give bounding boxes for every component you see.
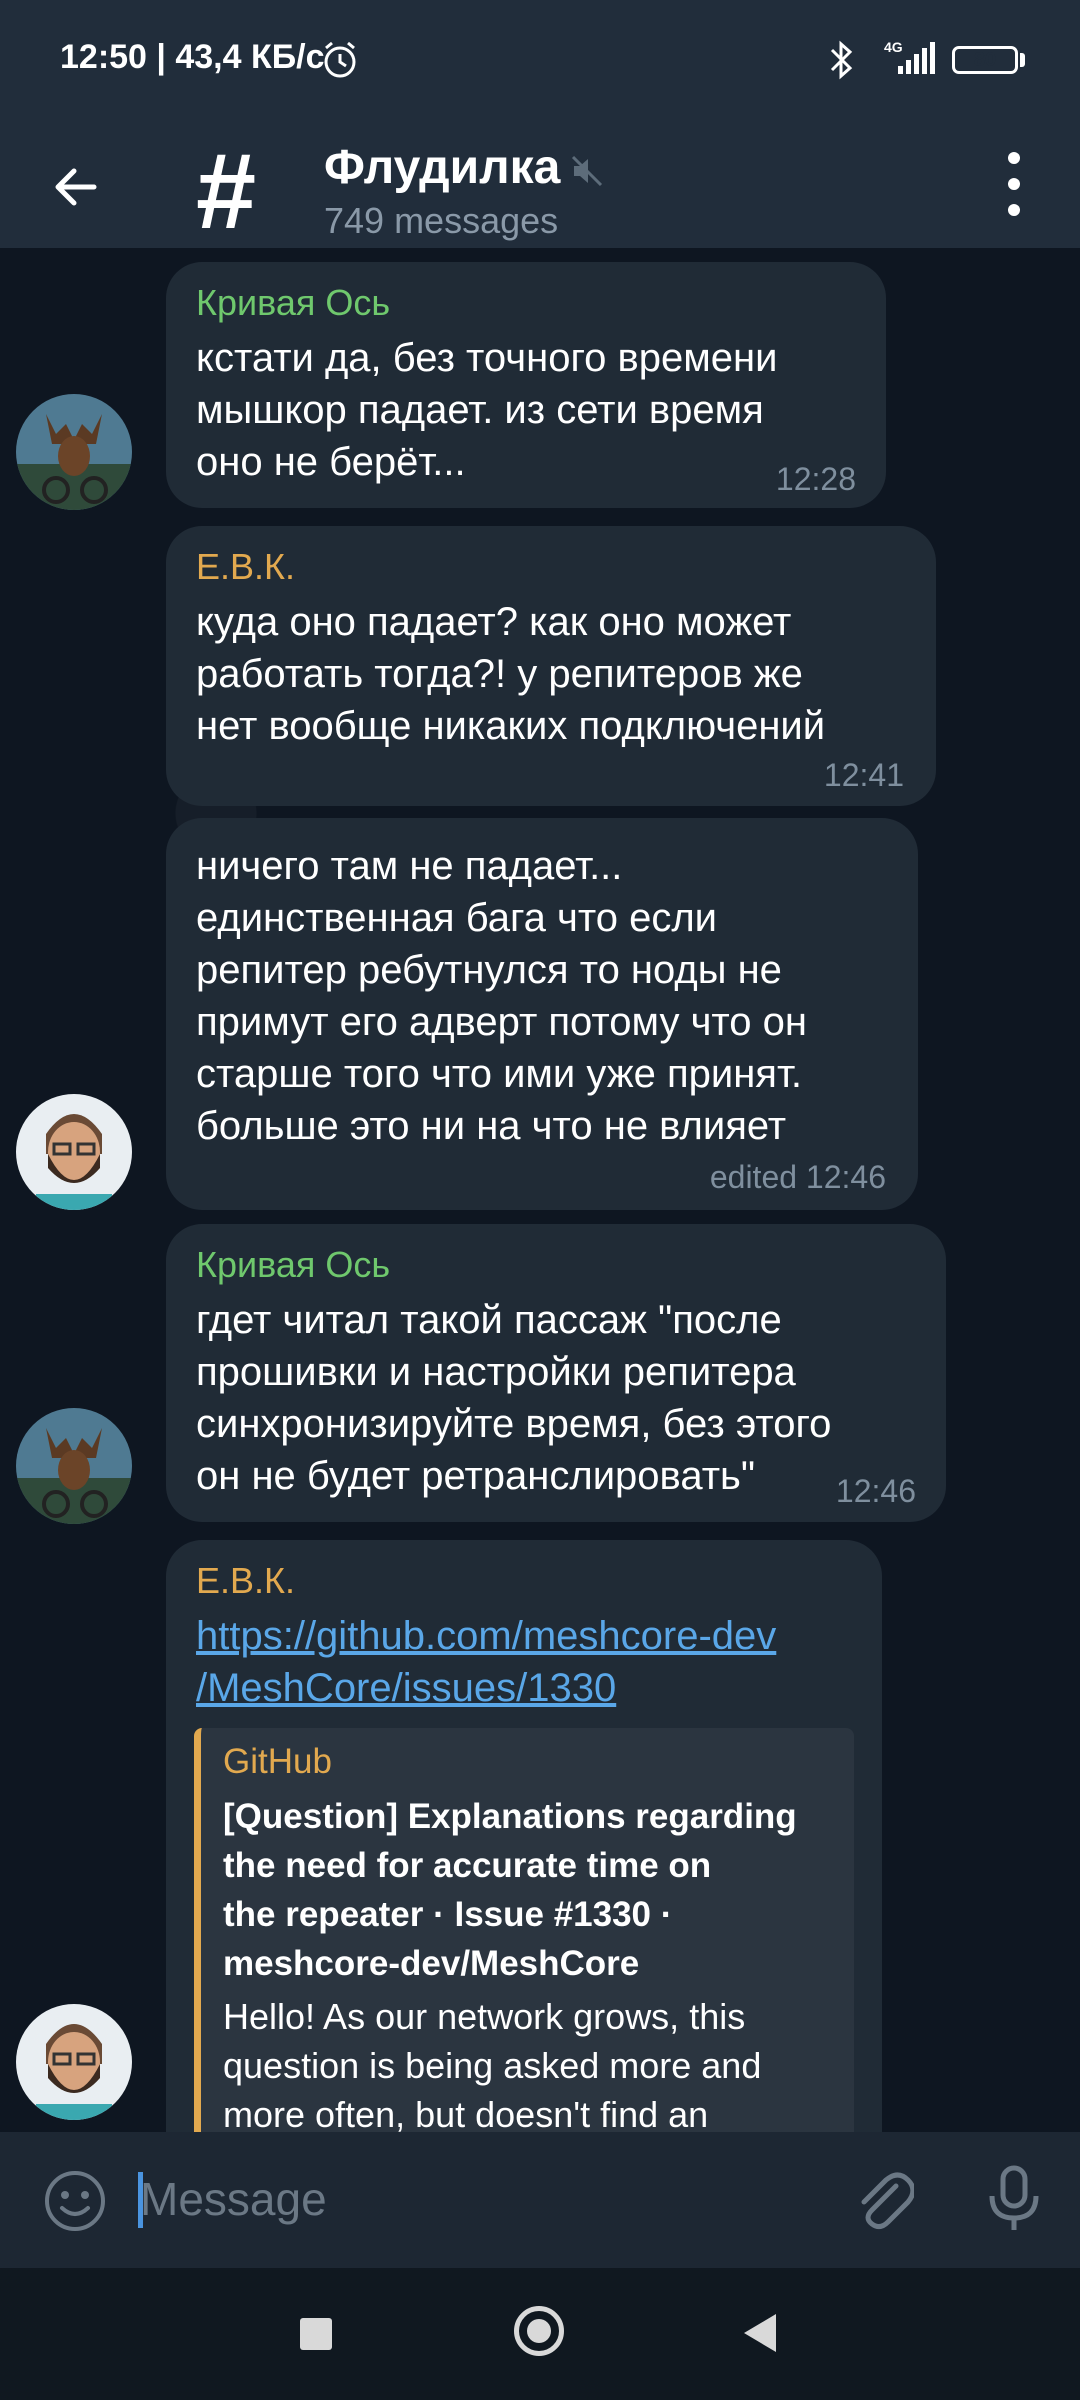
message-bubble[interactable]: Кривая Ось кстати да, без точного времен… <box>166 262 886 508</box>
preview-description: Hello! As our network grows, this questi… <box>223 1996 762 2132</box>
recent-apps-button[interactable] <box>300 2318 332 2350</box>
link-preview[interactable]: GitHub [Question] Explanations regarding… <box>194 1728 854 2132</box>
message-link[interactable]: https://github.com/meshcore-dev /MeshCor… <box>196 1610 776 1714</box>
battery-level: 80 <box>973 49 997 71</box>
signal-icon <box>898 42 935 74</box>
system-navigation-bar <box>0 2268 1080 2400</box>
system-back-button[interactable] <box>744 2314 776 2352</box>
back-arrow-icon[interactable] <box>50 162 100 212</box>
message-time: edited 12:46 <box>709 1159 886 1195</box>
alarm-icon <box>324 41 356 78</box>
chat-header: # Флудилка 749 messages <box>0 124 1080 248</box>
message-bubble[interactable]: ничего там не падает... единственная баг… <box>166 818 918 1210</box>
bluetooth-icon <box>830 40 853 80</box>
home-button[interactable] <box>514 2306 564 2356</box>
avatar-moose[interactable] <box>16 394 132 510</box>
sender-name[interactable]: Е.В.К. <box>196 1560 295 1602</box>
avatar-moose[interactable] <box>16 1408 132 1524</box>
message-input-bar: Message <box>0 2132 1080 2268</box>
message-bubble[interactable]: Кривая Ось гдет читал такой пассаж "посл… <box>166 1224 946 1522</box>
avatar-bearded-man[interactable] <box>16 1094 132 1210</box>
battery-icon: 80 <box>952 46 1018 74</box>
message-text: кстати да, без точного времени мышкор па… <box>196 336 778 484</box>
preview-title: [Question] Explanations regarding the ne… <box>223 1797 797 1983</box>
message-time: 12:28 <box>775 461 856 497</box>
message-input[interactable]: Message <box>140 2172 327 2226</box>
muted-speaker-icon <box>571 155 603 187</box>
chat-title[interactable]: Флудилка <box>324 140 560 195</box>
sender-name[interactable]: Е.В.К. <box>196 546 295 588</box>
message-time: 12:41 <box>823 757 904 793</box>
more-options-icon[interactable] <box>1000 146 1030 222</box>
chat-subtitle: 749 messages <box>324 200 559 241</box>
message-text: ничего там не падает... единственная баг… <box>196 844 807 1148</box>
message-bubble[interactable]: Е.В.К. https://github.com/meshcore-dev /… <box>166 1540 882 2132</box>
preview-site-name: GitHub <box>223 1742 332 1781</box>
message-list[interactable]: Кривая Ось кстати да, без точного времен… <box>0 248 1080 2132</box>
sender-name[interactable]: Кривая Ось <box>196 1244 390 1286</box>
attach-icon[interactable] <box>852 2166 914 2234</box>
battery-tip <box>1020 53 1025 67</box>
message-text: гдет читал такой пассаж "после прошивки … <box>196 1298 832 1498</box>
message-bubble[interactable]: Е.В.К. куда оно падает? как оно может ра… <box>166 526 936 806</box>
sender-name[interactable]: Кривая Ось <box>196 282 390 324</box>
emoji-icon[interactable] <box>42 2168 108 2234</box>
avatar-bearded-man[interactable] <box>16 2004 132 2120</box>
channel-hash-icon[interactable]: # <box>196 137 256 245</box>
status-time: 12:50 | 43,4 КБ/с <box>60 38 325 76</box>
status-bar: 12:50 | 43,4 КБ/с 4G 80 <box>0 0 1080 124</box>
message-time: 12:46 <box>835 1473 916 1509</box>
microphone-icon[interactable] <box>986 2164 1042 2234</box>
message-text: куда оно падает? как оно может работать … <box>196 600 826 748</box>
